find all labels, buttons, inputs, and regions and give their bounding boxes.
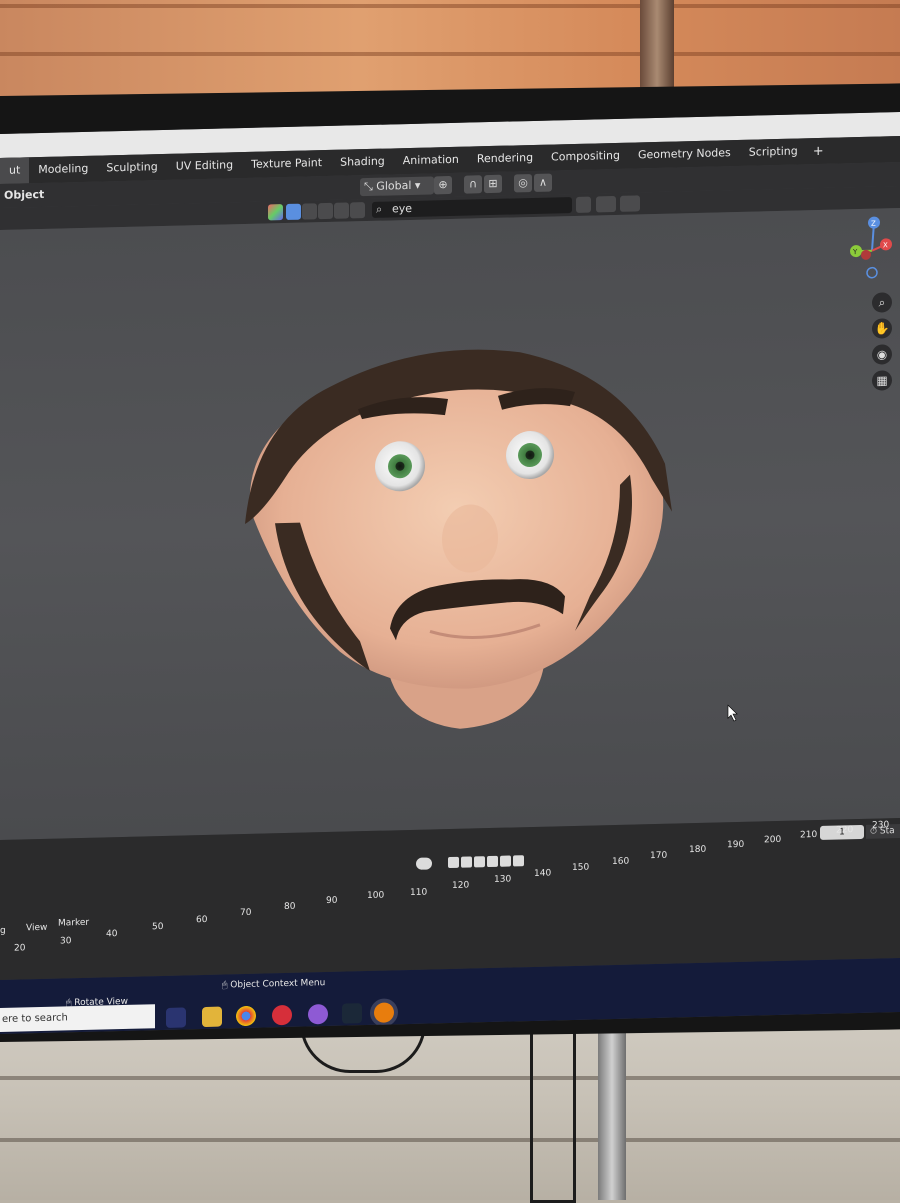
tab-scripting[interactable]: Scripting: [740, 138, 807, 166]
frame-tick: 120: [452, 881, 469, 891]
frame-tick: 140: [534, 869, 551, 879]
frame-tick: 50: [152, 922, 163, 932]
tab-sculpting[interactable]: Sculpting: [97, 154, 166, 182]
tab-animation[interactable]: Animation: [394, 147, 468, 175]
filter-object-icon[interactable]: [318, 203, 333, 219]
frame-tick: 40: [106, 929, 117, 939]
tab-layout[interactable]: ut: [0, 157, 29, 184]
filter-icon[interactable]: [620, 195, 640, 211]
orientation-label: Global: [376, 179, 411, 193]
blender-window: ut Modeling Sculpting UV Editing Texture…: [0, 112, 900, 1034]
frame-tick: 30: [60, 936, 71, 946]
snap-target-icon[interactable]: ⊞: [484, 175, 502, 193]
gizmo-y-label: Y: [852, 248, 858, 256]
blender-icon[interactable]: [374, 1002, 394, 1022]
filter-mesh-icon[interactable]: [286, 204, 301, 220]
outliner-search-input[interactable]: ⌕ eye: [372, 197, 572, 218]
frame-tick: 20: [14, 943, 25, 953]
frame-tick: 100: [367, 891, 384, 901]
timeline-menu-view[interactable]: View: [26, 923, 47, 934]
frame-tick: 110: [410, 888, 427, 898]
context-menu-status: 🖱 Object Context Menu: [222, 978, 325, 991]
pipe: [640, 0, 674, 100]
task-view-icon[interactable]: [166, 1007, 186, 1027]
search-icon: ⌕: [376, 202, 382, 218]
gizmo-x-label: X: [883, 241, 888, 249]
frame-tick: 200: [764, 835, 781, 845]
timeline-editor: 1 ⏱ Sta 110 120 130 140 150 160 170 180 …: [0, 818, 900, 980]
tab-modeling[interactable]: Modeling: [29, 156, 97, 184]
tab-shading[interactable]: Shading: [331, 148, 394, 176]
frame-tick: 220: [836, 825, 853, 835]
gizmo-z-label: Z: [871, 220, 876, 228]
filter-material-icon[interactable]: [302, 203, 317, 219]
3d-viewport[interactable]: Z Y X ⌕ ✋ ◉ ▦: [0, 208, 900, 840]
tab-rendering[interactable]: Rendering: [468, 145, 542, 173]
falloff-icon[interactable]: ∧: [534, 174, 552, 192]
frame-tick: 170: [650, 851, 667, 861]
filter-light-icon[interactable]: [350, 202, 365, 218]
next-keyframe-icon[interactable]: [500, 856, 511, 867]
playback-controls: [448, 855, 524, 868]
orientation-icon: ⤡: [364, 180, 376, 193]
transform-orientation-dropdown[interactable]: ⤡ Global ▾: [360, 176, 434, 196]
proportional-edit-icon[interactable]: ◎: [514, 174, 532, 192]
frame-tick: 90: [326, 896, 337, 906]
frame-tick: 150: [572, 863, 589, 873]
frame-tick: 60: [196, 915, 207, 925]
frame-tick: 130: [494, 875, 511, 885]
app-icon[interactable]: [308, 1004, 328, 1024]
frame-tick: 210: [800, 830, 817, 840]
display-mode-icon[interactable]: [268, 204, 283, 220]
play-reverse-icon[interactable]: [474, 856, 485, 867]
tab-uv-editing[interactable]: UV Editing: [167, 152, 242, 180]
character-head-model: [0, 208, 900, 840]
opera-icon[interactable]: [272, 1005, 292, 1025]
object-mode-menu[interactable]: Object: [4, 188, 44, 202]
sort-icon[interactable]: [596, 196, 616, 212]
frame-tick: 190: [727, 840, 744, 850]
tab-compositing[interactable]: Compositing: [542, 143, 629, 171]
frame-tick: 160: [612, 857, 629, 867]
filter-camera-icon[interactable]: [334, 202, 349, 218]
tab-texture-paint[interactable]: Texture Paint: [242, 150, 331, 178]
context-menu-label: Object Context Menu: [230, 978, 325, 990]
frame-tick: 70: [240, 908, 251, 918]
timeline-menu-marker[interactable]: Marker: [58, 918, 89, 929]
record-icon[interactable]: [416, 857, 432, 869]
frame-tick: 180: [689, 845, 706, 855]
steam-icon[interactable]: [342, 1003, 362, 1023]
chrome-icon[interactable]: [236, 1006, 256, 1026]
navigation-gizmo[interactable]: Z Y X: [844, 212, 894, 363]
frame-tick: 80: [284, 902, 295, 912]
jump-start-icon[interactable]: [448, 857, 459, 868]
pivot-icon[interactable]: ⊕: [434, 176, 452, 194]
search-value: eye: [392, 202, 412, 215]
jump-end-icon[interactable]: [513, 855, 524, 866]
exact-match-icon[interactable]: [576, 197, 591, 213]
play-icon[interactable]: [487, 856, 498, 867]
timeline-menu-playback[interactable]: g: [0, 926, 6, 936]
add-workspace-button[interactable]: +: [807, 143, 830, 159]
frame-tick: 230: [872, 820, 889, 830]
taskbar-search-input[interactable]: ere to search: [0, 1004, 155, 1032]
prev-keyframe-icon[interactable]: [461, 856, 472, 867]
tab-geometry-nodes[interactable]: Geometry Nodes: [629, 140, 740, 169]
snap-icon[interactable]: ∩: [464, 175, 482, 193]
file-explorer-icon[interactable]: [202, 1007, 222, 1027]
